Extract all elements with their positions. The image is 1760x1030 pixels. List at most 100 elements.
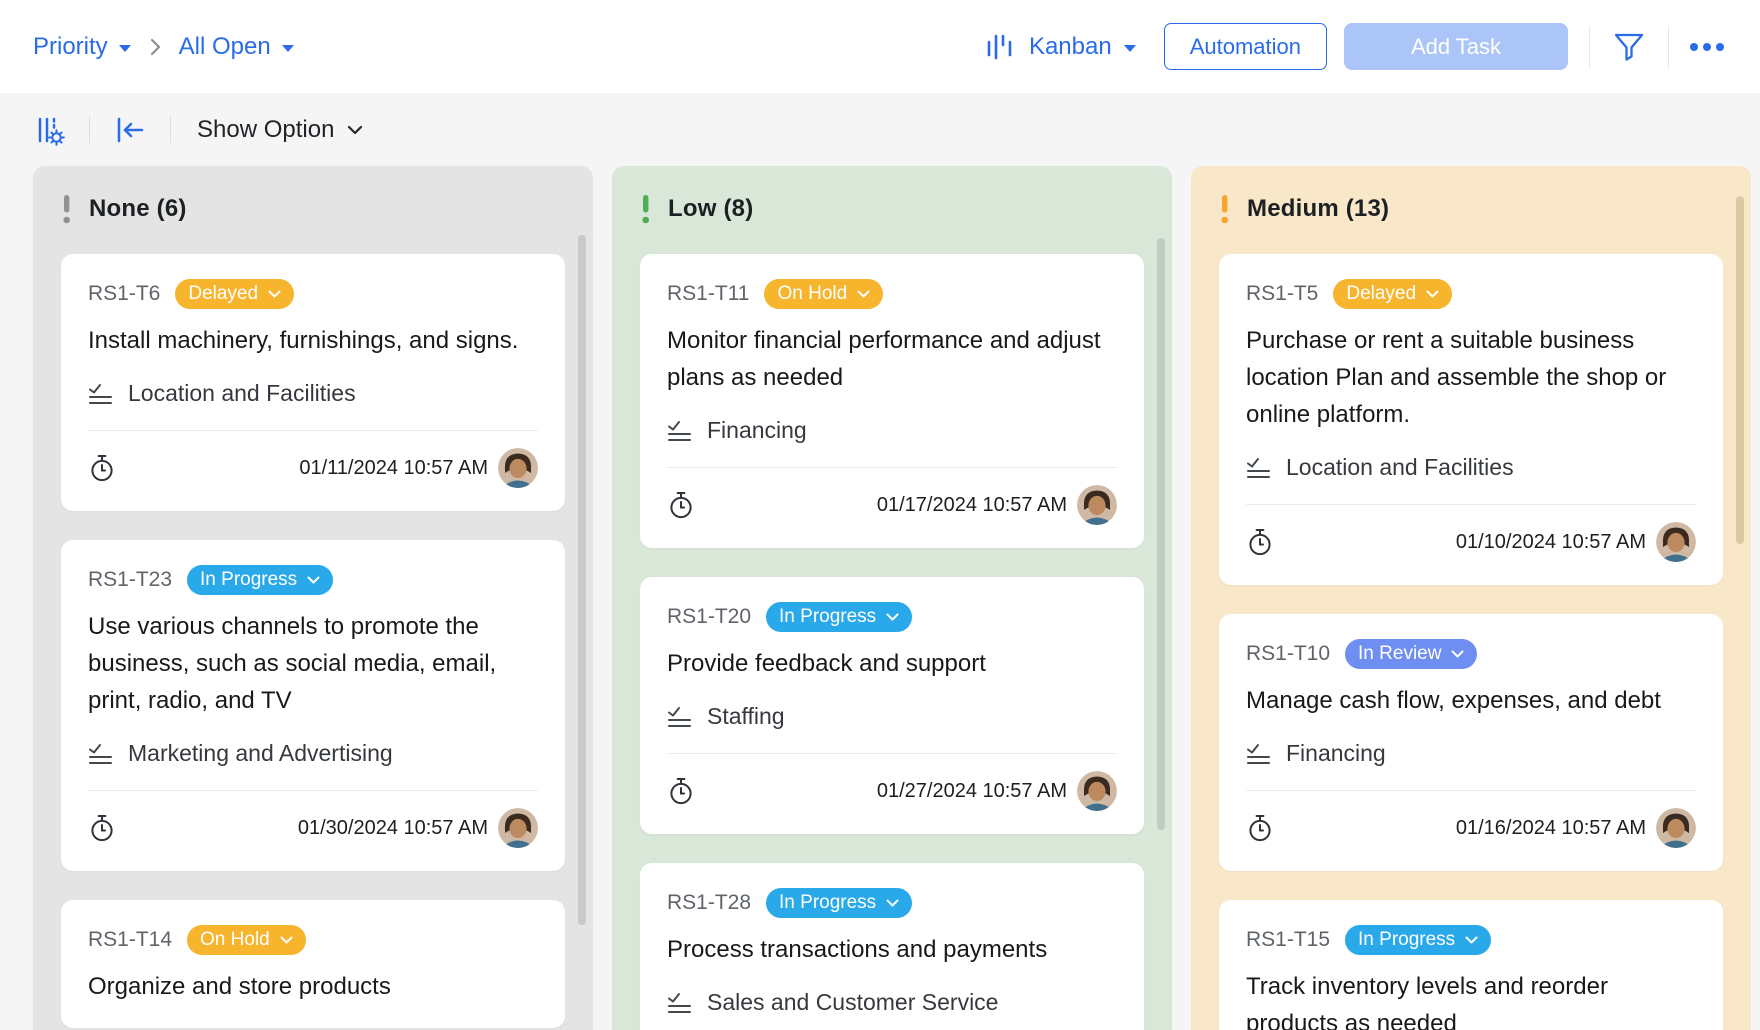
column-cards: RS1-T11 On Hold Monitor financial perfor… xyxy=(640,254,1144,1030)
tasklist-icon xyxy=(667,419,692,443)
collapse-columns-button[interactable] xyxy=(112,114,148,146)
add-task-button[interactable]: Add Task xyxy=(1344,23,1568,70)
task-card[interactable]: RS1-T6 Delayed Install machinery, furnis… xyxy=(61,254,565,511)
status-badge[interactable]: Delayed xyxy=(1333,279,1452,309)
kanban-page: Priority All Open Kanban Automation A xyxy=(0,0,1760,1030)
task-card[interactable]: RS1-T20 In Progress Provide feedback and… xyxy=(640,577,1144,834)
status-label: Delayed xyxy=(188,283,258,305)
task-id-row: RS1-T6 Delayed xyxy=(88,279,538,309)
timer-icon xyxy=(667,776,695,806)
column-title: None (6) xyxy=(89,195,187,223)
task-card[interactable]: RS1-T10 In Review Manage cash flow, expe… xyxy=(1219,614,1723,871)
status-badge[interactable]: In Progress xyxy=(187,565,333,595)
automation-button[interactable]: Automation xyxy=(1164,23,1327,70)
board-settings-icon xyxy=(33,113,67,147)
chevron-down-icon xyxy=(857,290,870,299)
task-key: RS1-T15 xyxy=(1246,928,1330,952)
filter-funnel-icon xyxy=(1611,29,1647,65)
task-key: RS1-T5 xyxy=(1246,282,1318,306)
tasklist-icon xyxy=(667,705,692,729)
column-title: Medium (13) xyxy=(1247,195,1389,223)
column-header: None (6) xyxy=(61,166,565,225)
card-footer: 01/11/2024 10:57 AM xyxy=(88,448,538,488)
filter-button[interactable] xyxy=(1611,29,1647,65)
more-options-button[interactable] xyxy=(1690,43,1724,51)
priority-group-label: Priority xyxy=(33,33,108,61)
card-divider xyxy=(667,753,1117,754)
task-id-row: RS1-T23 In Progress xyxy=(88,565,538,595)
column-scrollbar[interactable] xyxy=(1736,196,1744,544)
status-label: In Progress xyxy=(779,606,876,628)
status-badge[interactable]: On Hold xyxy=(187,925,306,955)
tasklist-row: Location and Facilities xyxy=(1246,454,1696,481)
task-card[interactable]: RS1-T15 In Progress Track inventory leve… xyxy=(1219,900,1723,1030)
show-option-dropdown[interactable]: Show Option xyxy=(197,116,363,144)
dot-icon xyxy=(1690,43,1698,51)
task-id-row: RS1-T28 In Progress xyxy=(667,888,1117,918)
card-divider xyxy=(1246,790,1696,791)
card-footer: 01/27/2024 10:57 AM xyxy=(667,771,1117,811)
task-card[interactable]: RS1-T11 On Hold Monitor financial perfor… xyxy=(640,254,1144,548)
kanban-column: Low (8) RS1-T11 On Hold Monitor financia… xyxy=(612,166,1172,1030)
tasklist-name: Sales and Customer Service xyxy=(707,989,998,1016)
divider xyxy=(1668,26,1669,68)
tasklist-row: Sales and Customer Service xyxy=(667,989,1117,1016)
tasklist-row: Financing xyxy=(667,417,1117,444)
top-bar: Priority All Open Kanban Automation A xyxy=(0,0,1760,93)
task-title: Use various channels to promote the busi… xyxy=(88,608,538,719)
task-title: Organize and store products xyxy=(88,968,538,1005)
task-card[interactable]: RS1-T23 In Progress Use various channels… xyxy=(61,540,565,871)
due-date: 01/30/2024 10:57 AM xyxy=(298,817,488,840)
task-card[interactable]: RS1-T28 In Progress Process transactions… xyxy=(640,863,1144,1030)
kanban-column: Medium (13) RS1-T5 Delayed Purchase or r… xyxy=(1191,166,1751,1030)
timer-icon xyxy=(88,453,116,483)
priority-group-dropdown[interactable]: Priority xyxy=(33,33,131,61)
column-title: Low (8) xyxy=(668,195,753,223)
status-badge[interactable]: In Review xyxy=(1345,639,1477,669)
card-divider xyxy=(667,467,1117,468)
task-key: RS1-T20 xyxy=(667,605,751,629)
status-badge[interactable]: In Progress xyxy=(766,888,912,918)
tasklist-icon xyxy=(1246,742,1271,766)
due-date: 01/16/2024 10:57 AM xyxy=(1456,817,1646,840)
status-badge[interactable]: Delayed xyxy=(175,279,294,309)
priority-icon xyxy=(640,195,651,224)
task-title: Process transactions and payments xyxy=(667,931,1117,968)
task-card[interactable]: RS1-T5 Delayed Purchase or rent a suitab… xyxy=(1219,254,1723,585)
column-scrollbar[interactable] xyxy=(578,235,586,925)
task-id-row: RS1-T14 On Hold xyxy=(88,925,538,955)
timer-icon xyxy=(88,813,116,843)
status-label: In Progress xyxy=(779,892,876,914)
due-date: 01/27/2024 10:57 AM xyxy=(877,780,1067,803)
assignee-avatar xyxy=(1077,771,1117,811)
board-settings-button[interactable] xyxy=(33,113,67,147)
status-label: On Hold xyxy=(777,283,847,305)
task-key: RS1-T14 xyxy=(88,928,172,952)
task-id-row: RS1-T11 On Hold xyxy=(667,279,1117,309)
status-label: In Progress xyxy=(1358,929,1455,951)
assignee-avatar xyxy=(498,808,538,848)
tasklist-name: Marketing and Advertising xyxy=(128,740,393,767)
status-label: In Review xyxy=(1358,643,1441,665)
card-footer: 01/30/2024 10:57 AM xyxy=(88,808,538,848)
status-badge[interactable]: In Progress xyxy=(766,602,912,632)
priority-icon xyxy=(1219,195,1230,224)
status-badge[interactable]: In Progress xyxy=(1345,925,1491,955)
chevron-down-icon xyxy=(119,45,131,52)
task-card[interactable]: RS1-T14 On Hold Organize and store produ… xyxy=(61,900,565,1028)
view-switcher-dropdown[interactable]: Kanban xyxy=(985,32,1136,62)
timer-icon xyxy=(1246,527,1274,557)
assignee-avatar xyxy=(1077,485,1117,525)
tasklist-name: Location and Facilities xyxy=(128,380,356,407)
column-header: Medium (13) xyxy=(1219,166,1723,225)
column-cards: RS1-T6 Delayed Install machinery, furnis… xyxy=(61,254,565,1028)
task-filter-dropdown[interactable]: All Open xyxy=(179,33,294,61)
chevron-down-icon xyxy=(886,899,899,908)
task-key: RS1-T28 xyxy=(667,891,751,915)
status-badge[interactable]: On Hold xyxy=(764,279,883,309)
column-scrollbar[interactable] xyxy=(1157,238,1165,830)
tasklist-icon xyxy=(88,742,113,766)
task-key: RS1-T11 xyxy=(667,282,749,306)
assignee-avatar xyxy=(498,448,538,488)
card-footer: 01/10/2024 10:57 AM xyxy=(1246,522,1696,562)
